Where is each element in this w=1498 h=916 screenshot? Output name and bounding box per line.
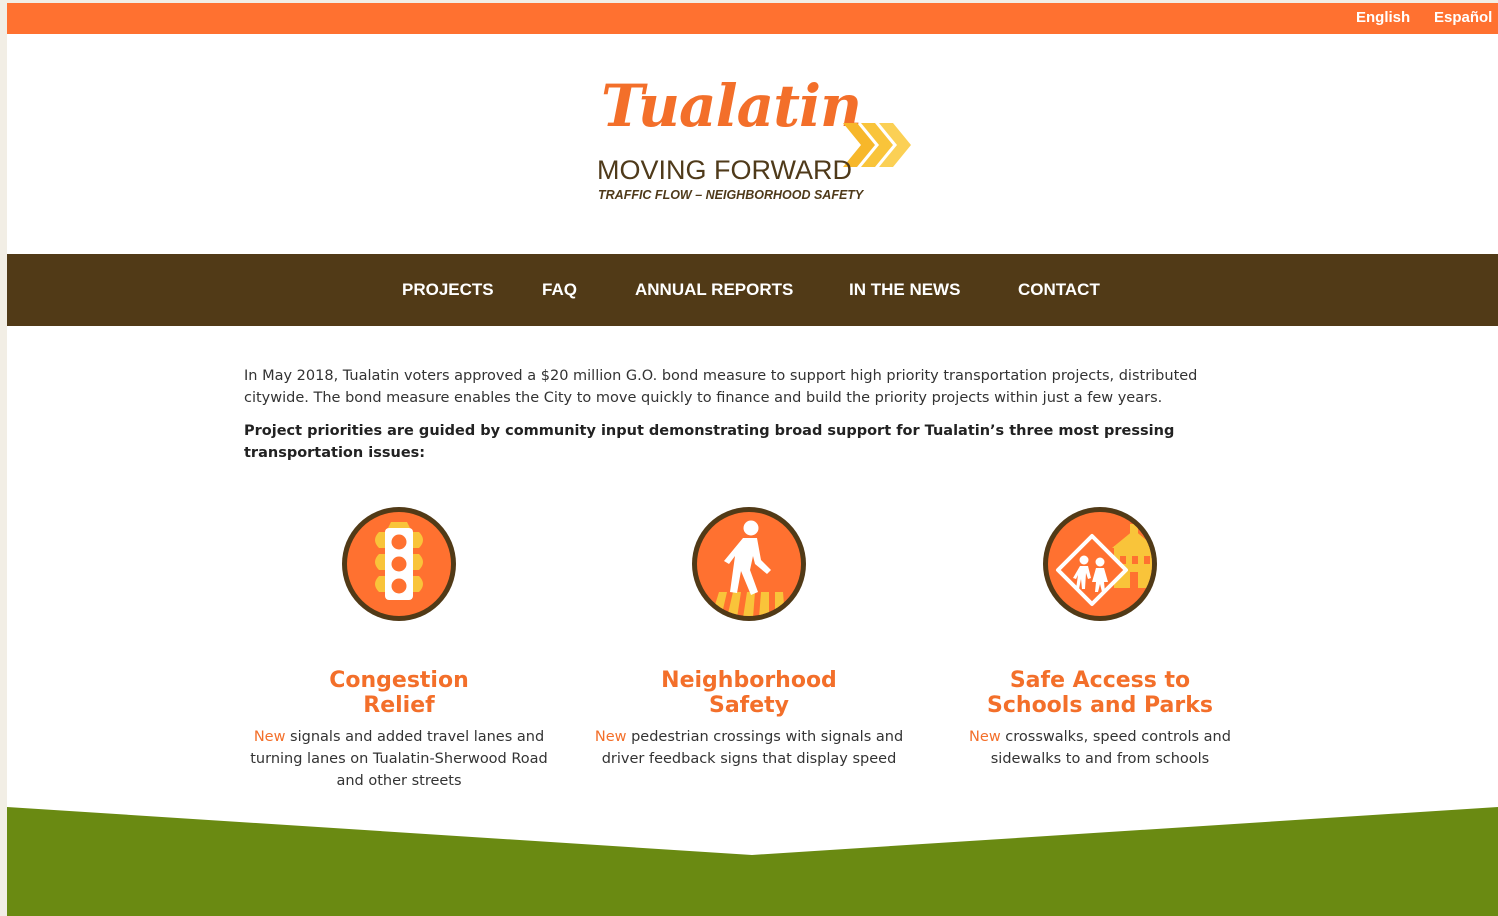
language-spanish-link[interactable]: Español [1434,9,1492,26]
new-highlight: New [253,729,286,745]
logo-main-text: MOVING FORWARD [597,155,852,185]
nav-in-the-news[interactable]: IN THE NEWS [849,281,960,298]
nav-contact[interactable]: CONTACT [1018,281,1100,298]
intro-paragraph: In May 2018, Tualatin voters approved a … [244,368,1198,406]
traffic-light-icon [342,507,456,621]
feature-congestion-relief: Congestion Relief New signals and added … [239,506,559,792]
feature-description: New crosswalks, speed controls and sidew… [940,726,1260,770]
feature-title-line1: Safe Access to [1009,668,1191,693]
feature-safe-access-schools-parks: Safe Access to Schools and Parks New cro… [940,506,1260,770]
feature-description: New pedestrian crossings with signals an… [589,726,909,770]
feature-title: Neighborhood Safety [589,668,909,718]
pedestrian-icon [692,507,806,621]
feature-title-line1: Congestion [329,668,469,693]
page: English Español Tualatin MOVING FORWARD … [7,3,1498,916]
language-bar: English Español [7,3,1498,34]
logo-tagline: TRAFFIC FLOW – NEIGHBORHOOD SAFETY [598,188,864,202]
new-highlight: New [969,729,1001,745]
green-footer-band [7,807,1498,916]
nav-annual-reports[interactable]: ANNUAL REPORTS [635,281,793,298]
school-crossing-icon [1043,507,1157,621]
feature-neighborhood-safety: Neighborhood Safety New pedestrian cross… [589,506,909,770]
new-highlight: New [594,729,627,745]
chevrons-icon [843,123,911,167]
feature-title-line2: Relief [363,693,435,718]
feature-title-line2: Safety [708,693,790,718]
feature-title: Congestion Relief [239,668,559,718]
feature-title-line2: Schools and Parks [987,693,1213,718]
nav-projects[interactable]: PROJECTS [402,281,494,298]
priorities-statement: Project priorities are guided by communi… [244,423,1175,461]
main-navigation: PROJECTS FAQ ANNUAL REPORTS IN THE NEWS … [7,254,1498,326]
feature-title: Safe Access to Schools and Parks [940,668,1260,718]
nav-faq[interactable]: FAQ [542,281,577,298]
logo-script-text: Tualatin [601,72,862,140]
feature-description-text: signals and added travel lanes and turni… [250,729,548,789]
site-logo[interactable]: Tualatin MOVING FORWARD TRAFFIC FLOW – N… [595,77,915,213]
feature-title-line1: Neighborhood [661,668,837,693]
intro-section: In May 2018, Tualatin voters approved a … [244,365,1264,464]
feature-description: New signals and added travel lanes and t… [239,726,559,792]
feature-description-text: crosswalks, speed controls and sidewalks… [990,729,1231,767]
feature-description-text: pedestrian crossings with signals and dr… [601,729,904,767]
language-english-link[interactable]: English [1356,9,1410,26]
